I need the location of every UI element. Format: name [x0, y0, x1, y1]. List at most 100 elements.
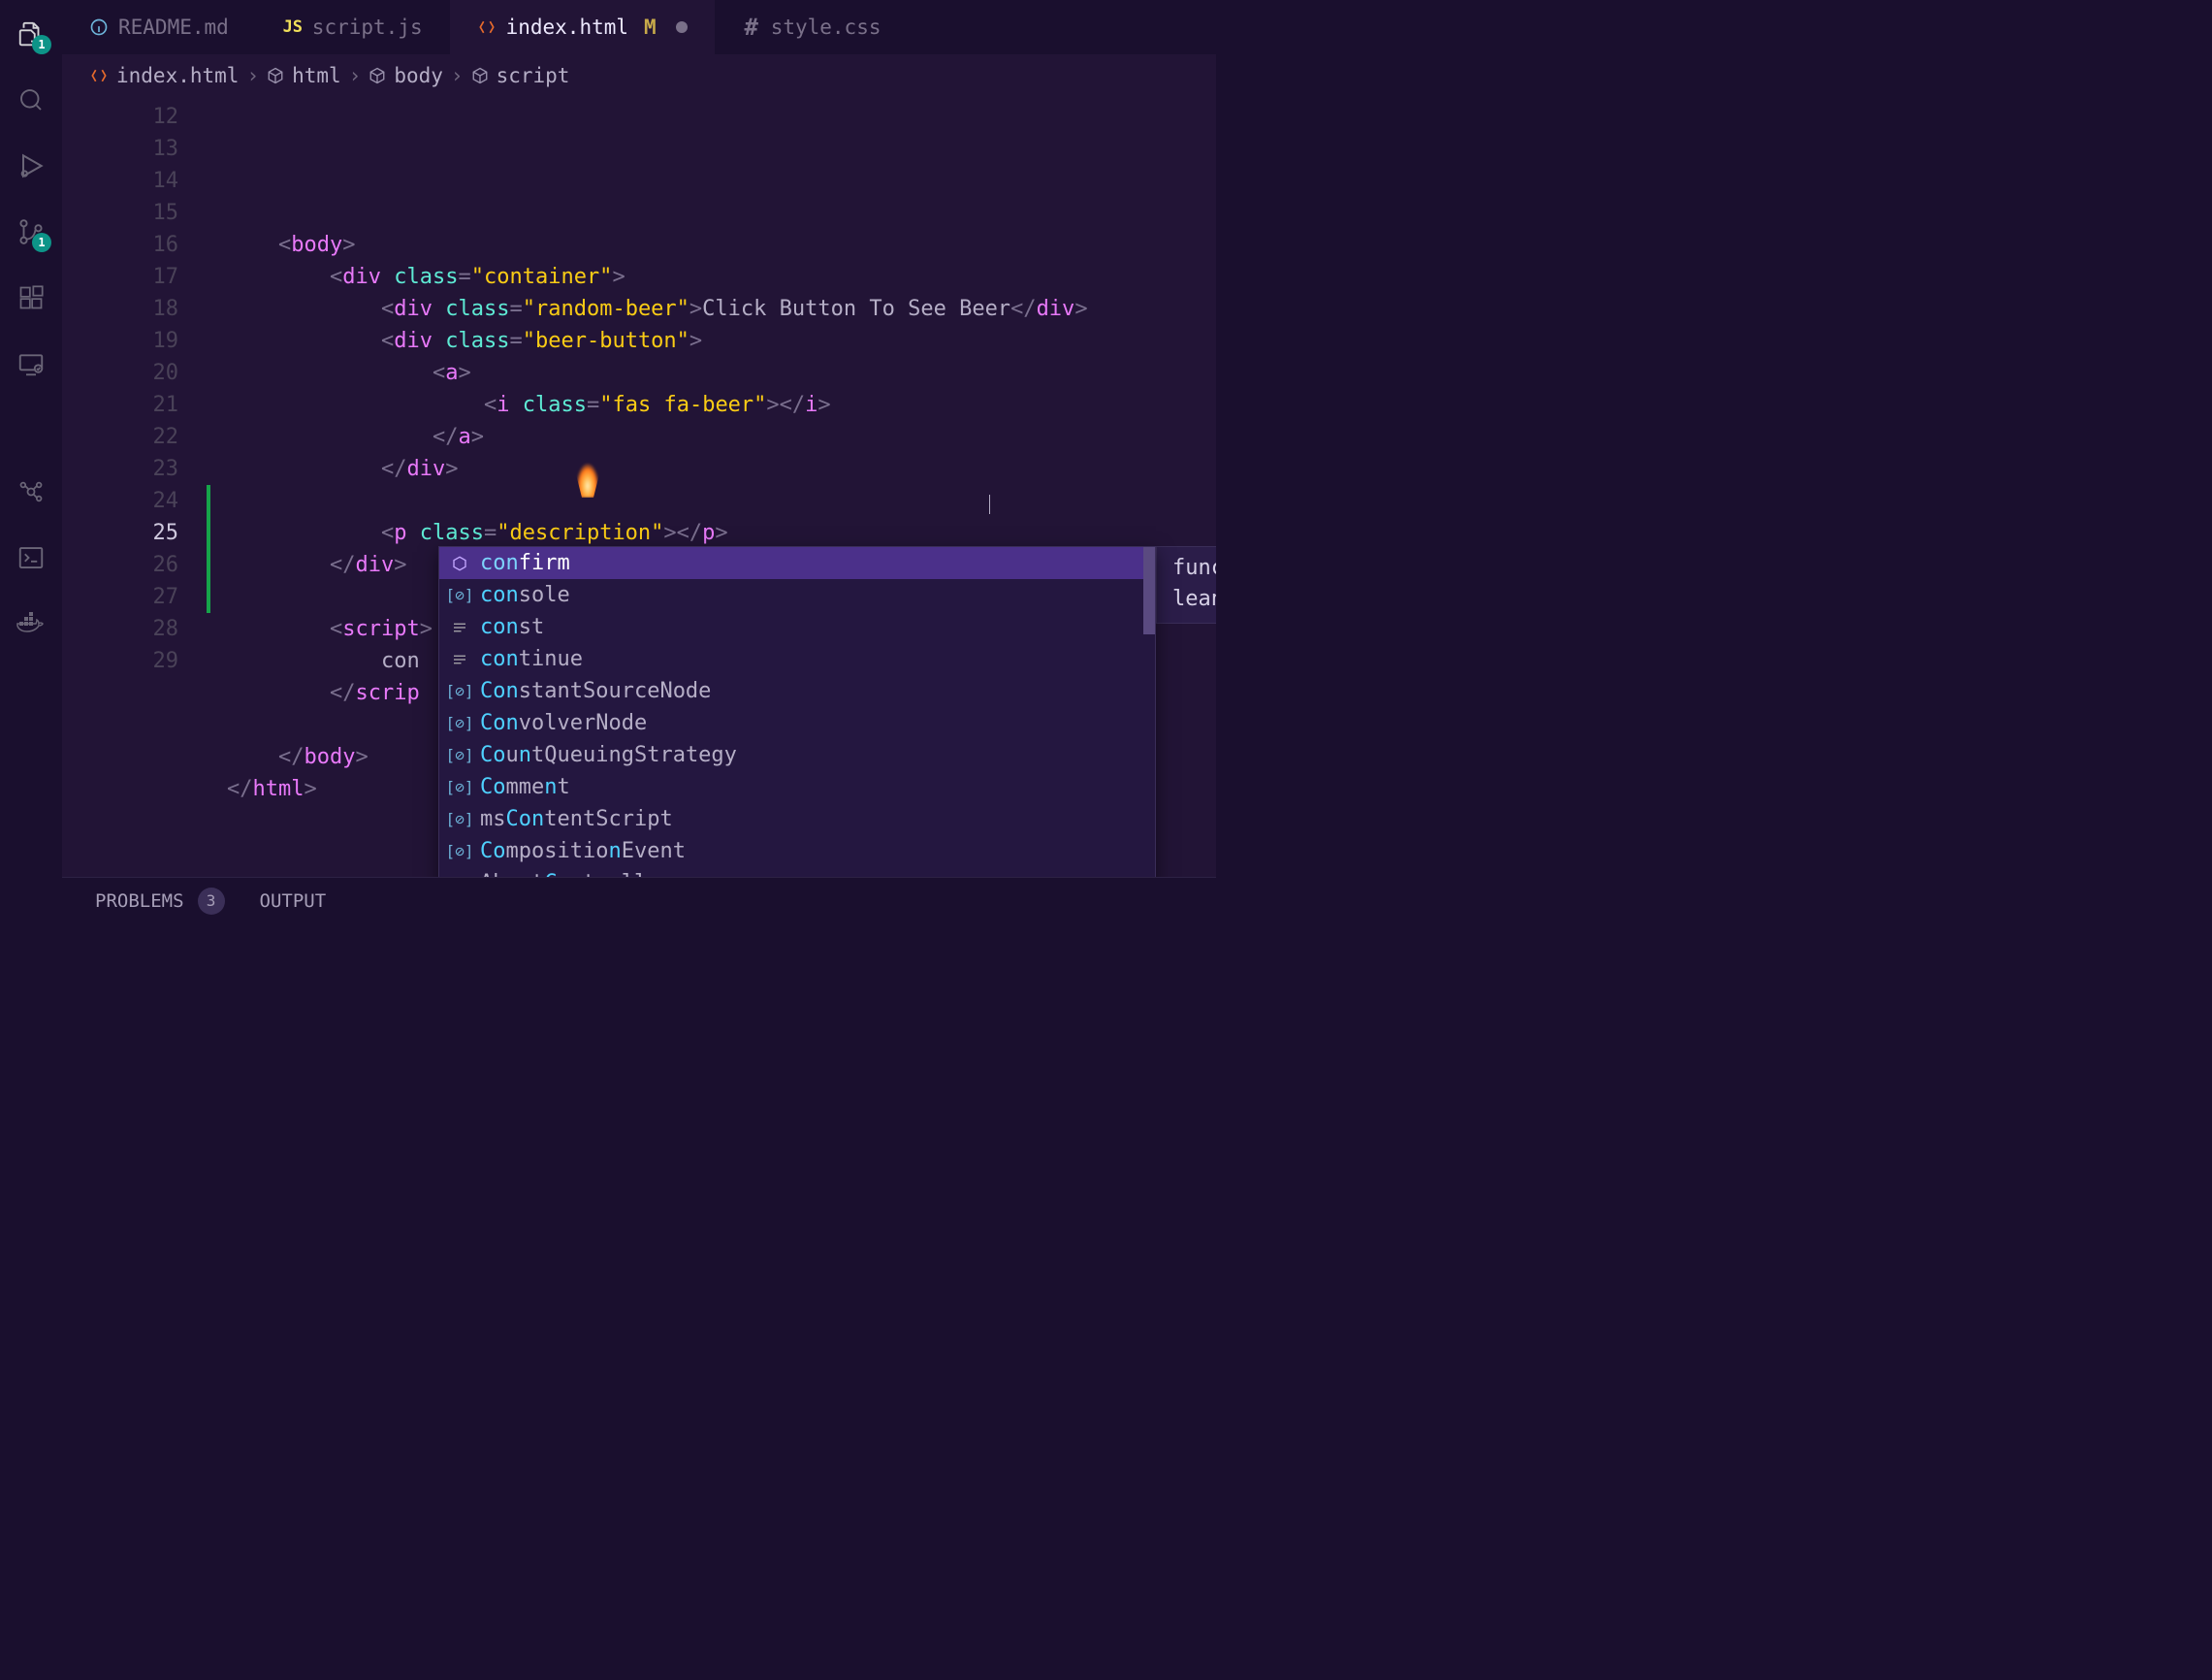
suggest-item[interactable]: confirm [439, 547, 1155, 579]
dirty-dot-icon [676, 21, 688, 33]
line-number: 24 [62, 485, 178, 517]
panel-tab-output[interactable]: OUTPUT [260, 890, 327, 912]
suggest-item[interactable]: [⊘] CountQueuingStrategy [439, 739, 1155, 771]
panel-tab-problems[interactable]: PROBLEMS 3 [95, 888, 225, 915]
kind-kw-icon [449, 617, 470, 638]
suggest-label: AbortController [480, 867, 673, 877]
suggest-label: Comment [480, 771, 570, 803]
breadcrumb-part[interactable]: index.html [116, 64, 239, 87]
breadcrumb-part[interactable]: html [292, 64, 341, 87]
chevron-right-icon: › [451, 64, 464, 87]
suggest-item[interactable]: [⊘] Comment [439, 771, 1155, 803]
tab-label: script.js [312, 16, 423, 39]
kind-var-icon: [⊘] [449, 585, 470, 606]
code-line[interactable]: <a> [208, 357, 1088, 389]
tab-label: index.html [506, 16, 628, 39]
code-editor[interactable]: 121314151617181920212223242526272829 <bo… [62, 97, 1216, 877]
suggest-item[interactable]: [⊘] console [439, 579, 1155, 611]
kind-var-icon: [⊘] [449, 681, 470, 702]
breadcrumb[interactable]: index.html › html › body › script [62, 54, 1216, 97]
line-number: 14 [62, 165, 178, 197]
docker-icon[interactable] [15, 607, 48, 640]
suggest-scrollbar[interactable] [1143, 547, 1155, 634]
line-number: 27 [62, 581, 178, 613]
kind-var-icon: [⊘] [449, 873, 470, 878]
extensions-icon[interactable] [15, 281, 48, 314]
line-number: 22 [62, 421, 178, 453]
modified-m-badge: M [644, 16, 657, 39]
kind-var-icon: [⊘] [449, 841, 470, 862]
tab-readme[interactable]: README.md [62, 0, 256, 54]
code-line[interactable]: </a> [208, 421, 1088, 453]
tab-label: style.css [771, 16, 882, 39]
panel-tab-label: OUTPUT [260, 890, 327, 912]
suggest-item[interactable]: [⊘] CompositionEvent [439, 835, 1155, 867]
panel-tab-label: PROBLEMS [95, 890, 184, 912]
editor-tabs: README.mdJS script.js index.htmlM# style… [62, 0, 1216, 54]
line-number: 15 [62, 197, 178, 229]
line-number: 26 [62, 549, 178, 581]
remote-icon[interactable] [15, 347, 48, 380]
suggest-label: CompositionEvent [480, 835, 686, 867]
line-number: 19 [62, 325, 178, 357]
line-number: 16 [62, 229, 178, 261]
line-number: 20 [62, 357, 178, 389]
kind-method-icon [449, 553, 470, 574]
source-control-icon[interactable]: 1 [15, 215, 48, 248]
suggest-label: const [480, 611, 544, 643]
run-debug-icon[interactable] [15, 149, 48, 182]
line-number-gutter: 121314151617181920212223242526272829 [62, 97, 208, 877]
detail-line: lean [1172, 584, 1216, 615]
suggest-item[interactable]: const [439, 611, 1155, 643]
main-area: README.mdJS script.js index.htmlM# style… [62, 0, 1216, 923]
chevron-right-icon: › [349, 64, 362, 87]
chevron-right-icon: › [246, 64, 259, 87]
kind-var-icon: [⊘] [449, 713, 470, 734]
suggest-item[interactable]: [⊘] msContentScript [439, 803, 1155, 835]
intellisense-popup[interactable]: confirm[⊘] console const continue[⊘] Con… [438, 546, 1156, 877]
code-line[interactable]: <div class="beer-button"> [208, 325, 1088, 357]
code-line[interactable]: <p class="description"></p> [208, 517, 1088, 549]
code-line[interactable]: <div class="random-beer">Click Button To… [208, 293, 1088, 325]
suggest-item[interactable]: [⊘] AbortController [439, 867, 1155, 877]
search-icon[interactable] [15, 83, 48, 116]
code-line[interactable]: <div class="container"> [208, 261, 1088, 293]
tab-index[interactable]: index.html M [450, 0, 715, 54]
graph-icon[interactable] [15, 475, 48, 508]
code-line[interactable] [208, 485, 1088, 517]
code-line[interactable]: </div> [208, 453, 1088, 485]
detail-line: function [1172, 553, 1216, 584]
suggest-label: confirm [480, 547, 570, 579]
block-icon [471, 67, 489, 84]
suggest-item[interactable]: [⊘] ConstantSourceNode [439, 675, 1155, 707]
suggest-label: msContentScript [480, 803, 673, 835]
tab-style[interactable]: # style.css [715, 0, 909, 54]
info-file-icon [89, 17, 109, 37]
line-number: 23 [62, 453, 178, 485]
problems-count-badge: 3 [198, 888, 225, 915]
intellisense-detail: function lean [1156, 546, 1216, 624]
html-file-icon [477, 17, 497, 37]
breadcrumb-part[interactable]: body [394, 64, 443, 87]
breadcrumb-part[interactable]: script [497, 64, 570, 87]
suggest-label: CountQueuingStrategy [480, 739, 737, 771]
js-file-icon: JS [283, 17, 303, 37]
scm-badge: 1 [32, 233, 51, 252]
line-number: 21 [62, 389, 178, 421]
activity-bar: 1 1 [0, 0, 62, 923]
html-file-icon [89, 66, 109, 85]
suggest-item[interactable]: [⊘] ConvolverNode [439, 707, 1155, 739]
terminal-icon[interactable] [15, 541, 48, 574]
explorer-icon[interactable]: 1 [15, 17, 48, 50]
kind-kw-icon [449, 649, 470, 670]
suggest-label: ConstantSourceNode [480, 675, 711, 707]
code-line[interactable]: <i class="fas fa-beer"></i> [208, 389, 1088, 421]
line-number: 13 [62, 133, 178, 165]
tab-script[interactable]: JS script.js [256, 0, 450, 54]
kind-var-icon: [⊘] [449, 777, 470, 798]
block-icon [267, 67, 284, 84]
line-number: 12 [62, 101, 178, 133]
suggest-item[interactable]: continue [439, 643, 1155, 675]
code-line[interactable]: <body> [208, 229, 1088, 261]
kind-var-icon: [⊘] [449, 745, 470, 766]
